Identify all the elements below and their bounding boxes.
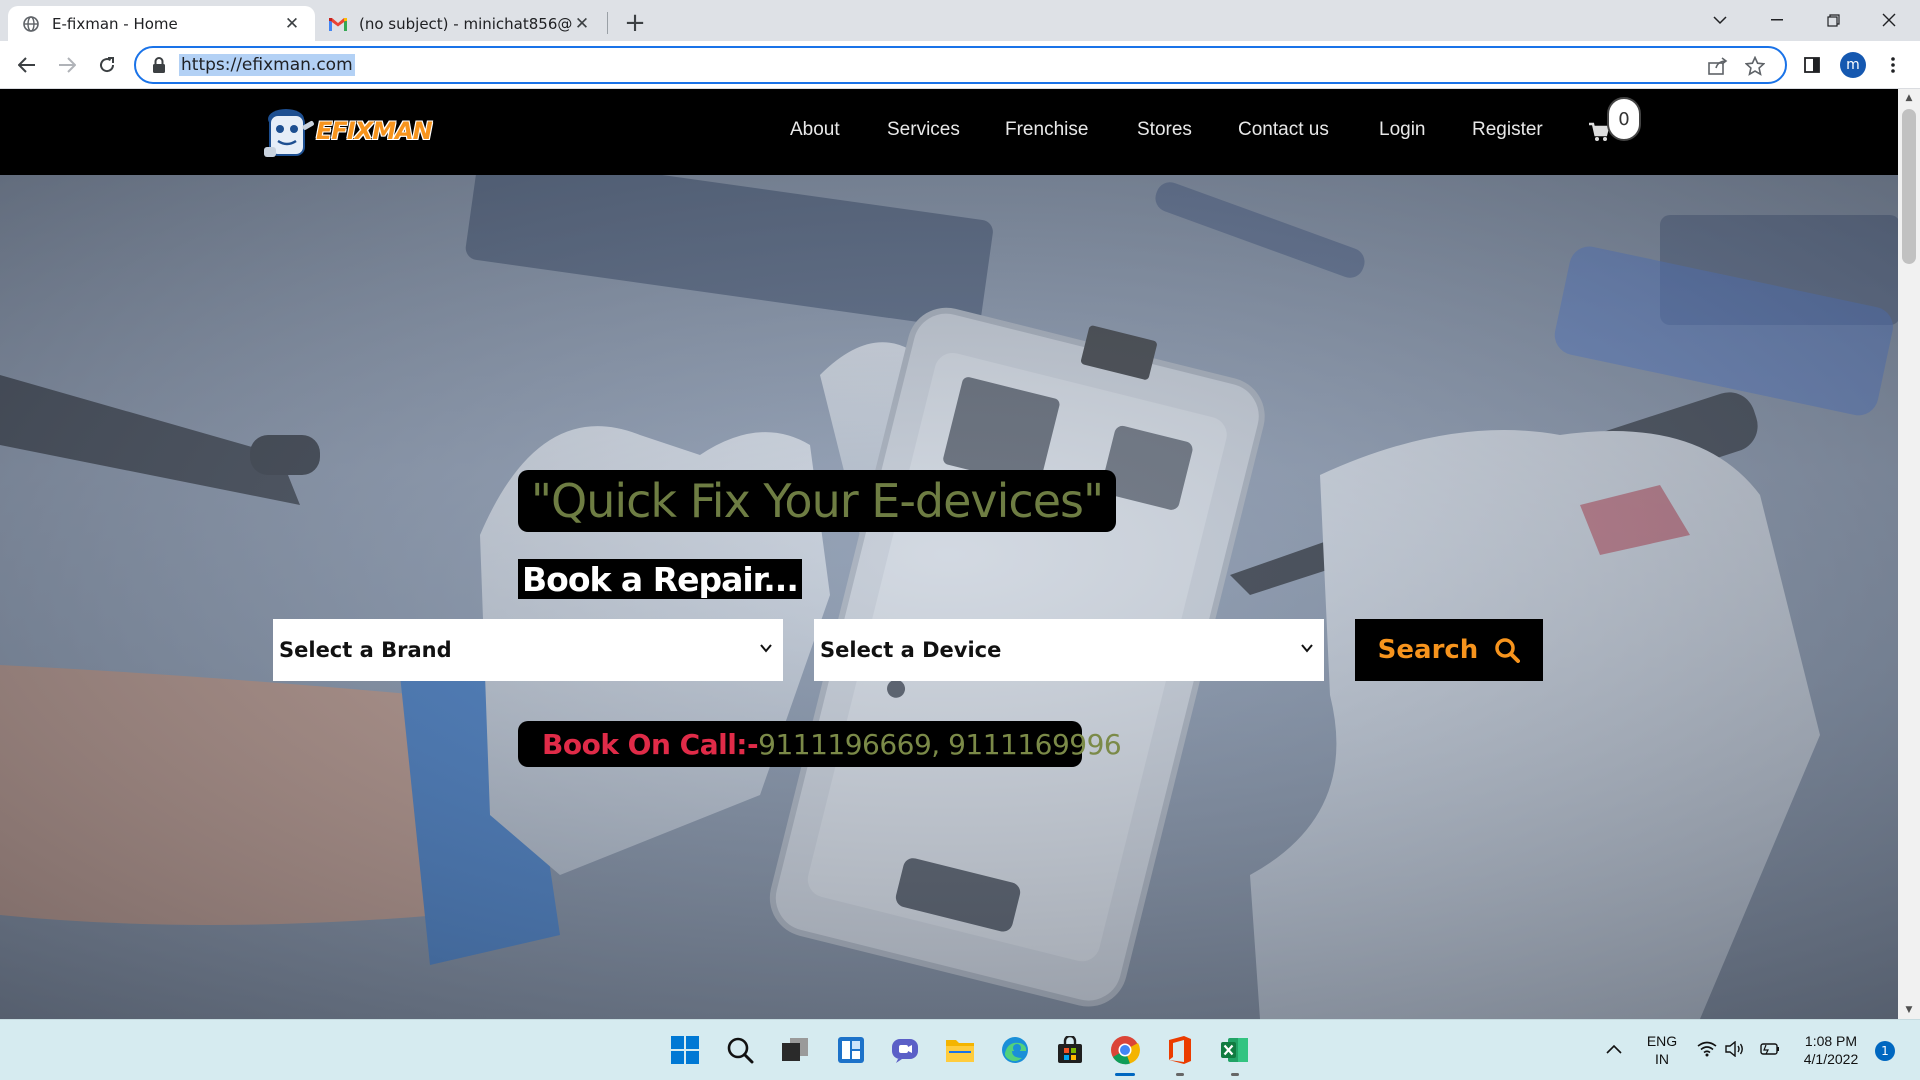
- tab-title: (no subject) - minichat856@gmail.com: [359, 14, 573, 33]
- search-button[interactable]: Search: [1355, 619, 1543, 681]
- hero-headline: "Quick Fix Your E-devices": [518, 470, 1116, 532]
- search-button-label: Search: [1377, 635, 1479, 665]
- tab-search-chevron-icon[interactable]: [1693, 0, 1747, 40]
- reload-icon[interactable]: [90, 48, 124, 82]
- language-code: ENG: [1646, 1033, 1678, 1049]
- battery-icon[interactable]: [1756, 1036, 1782, 1062]
- efixman-logo[interactable]: EFIXMAN: [256, 99, 433, 163]
- chrome-active-indicator: [1115, 1073, 1135, 1076]
- nav-register[interactable]: Register: [1472, 119, 1543, 141]
- office-icon[interactable]: [1163, 1033, 1197, 1067]
- call-numbers[interactable]: 9111196669, 9111169996: [758, 728, 1122, 761]
- minimize-icon[interactable]: [1750, 0, 1804, 40]
- forward-arrow-icon[interactable]: [50, 48, 84, 82]
- widgets-icon[interactable]: [834, 1033, 868, 1067]
- chrome-menu-icon[interactable]: [1876, 48, 1910, 82]
- edge-icon[interactable]: [998, 1033, 1032, 1067]
- tab-title: E-fixman - Home: [52, 14, 178, 33]
- clock-date: 4/1/2022: [1803, 1051, 1859, 1067]
- chevron-down-icon: [1301, 644, 1313, 653]
- file-explorer-icon[interactable]: [943, 1033, 977, 1067]
- window-close-icon[interactable]: [1862, 0, 1916, 40]
- nav-frenchise[interactable]: Frenchise: [1005, 119, 1088, 141]
- chevron-down-icon: [760, 644, 772, 653]
- book-on-call-banner: Book On Call:- 9111196669, 9111169996: [518, 721, 1122, 767]
- nav-contact-us[interactable]: Contact us: [1238, 119, 1329, 141]
- region-code: IN: [1655, 1051, 1669, 1067]
- windows-taskbar: ENG IN 1:08 PM 4/1/2022: [0, 1019, 1920, 1080]
- logo-text: EFIXMAN: [316, 117, 433, 145]
- browser-toolbar: https://efixman.com m: [0, 41, 1920, 89]
- nav-about[interactable]: About: [790, 119, 840, 141]
- close-tab-icon[interactable]: ✕: [283, 14, 301, 34]
- start-icon[interactable]: [668, 1033, 702, 1067]
- bookmark-star-icon[interactable]: [1744, 55, 1766, 77]
- notification-badge[interactable]: 1: [1875, 1041, 1895, 1061]
- task-view-icon[interactable]: [778, 1033, 812, 1067]
- brand-select[interactable]: Select a Brand: [273, 619, 783, 681]
- call-label: Book On Call:-: [542, 727, 759, 761]
- store-icon[interactable]: [1053, 1033, 1087, 1067]
- show-hidden-icons-chevron-icon[interactable]: [1601, 1036, 1627, 1062]
- scroll-up-arrow-icon[interactable]: ▲: [1904, 93, 1914, 103]
- volume-icon[interactable]: [1722, 1036, 1748, 1062]
- scroll-down-arrow-icon[interactable]: ▼: [1904, 1005, 1914, 1015]
- mascot-icon: [264, 109, 314, 157]
- globe-icon: [22, 15, 40, 33]
- nav-services[interactable]: Services: [887, 119, 960, 141]
- clock[interactable]: 1:08 PM 4/1/2022: [1796, 1032, 1866, 1068]
- nav-stores[interactable]: Stores: [1137, 119, 1192, 141]
- profile-avatar[interactable]: m: [1840, 52, 1866, 78]
- device-select[interactable]: Select a Device: [814, 619, 1324, 681]
- gmail-icon: [329, 15, 347, 33]
- new-tab-plus-icon[interactable]: +: [620, 8, 650, 38]
- side-panel-icon[interactable]: [1795, 48, 1829, 82]
- chrome-icon[interactable]: [1108, 1033, 1142, 1067]
- back-arrow-icon[interactable]: [10, 48, 44, 82]
- wifi-icon[interactable]: [1694, 1036, 1720, 1062]
- scrollbar-thumb[interactable]: [1902, 109, 1916, 264]
- page-viewport: EFIXMAN About Services Frenchise Stores …: [0, 89, 1898, 1019]
- page-scrollbar[interactable]: ▲ ▼: [1898, 89, 1920, 1019]
- restore-icon[interactable]: [1806, 0, 1860, 40]
- language-indicator[interactable]: ENG IN: [1643, 1032, 1681, 1068]
- nav-login[interactable]: Login: [1379, 119, 1426, 141]
- address-bar[interactable]: https://efixman.com: [134, 46, 1787, 84]
- office-running-indicator: [1176, 1073, 1184, 1076]
- cart-count-badge[interactable]: 0: [1607, 97, 1641, 141]
- share-icon[interactable]: [1707, 55, 1729, 77]
- url-text[interactable]: https://efixman.com: [179, 54, 355, 76]
- browser-tab-strip: E-fixman - Home ✕ (no subject) - minicha…: [0, 0, 1920, 41]
- book-repair-heading: Book a Repair...: [518, 559, 802, 599]
- excel-icon[interactable]: [1218, 1033, 1252, 1067]
- clock-time: 1:08 PM: [1804, 1033, 1858, 1049]
- device-select-value: Select a Device: [820, 638, 1002, 662]
- teams-chat-icon[interactable]: [888, 1033, 922, 1067]
- excel-running-indicator: [1231, 1073, 1239, 1076]
- site-navbar: EFIXMAN About Services Frenchise Stores …: [0, 89, 1898, 175]
- hero-section: "Quick Fix Your E-devices" Book a Repair…: [0, 175, 1898, 1019]
- brand-select-value: Select a Brand: [279, 638, 452, 662]
- close-tab-icon[interactable]: ✕: [573, 14, 591, 34]
- search-icon: [1495, 638, 1521, 663]
- tab-separator: [607, 12, 608, 34]
- lock-icon[interactable]: [152, 57, 170, 75]
- search-icon[interactable]: [723, 1033, 757, 1067]
- tab-efixman-home[interactable]: E-fixman - Home ✕: [8, 6, 315, 41]
- tab-gmail[interactable]: (no subject) - minichat856@gmail.com ✕: [315, 6, 605, 41]
- repair-background-image: [0, 175, 1898, 1019]
